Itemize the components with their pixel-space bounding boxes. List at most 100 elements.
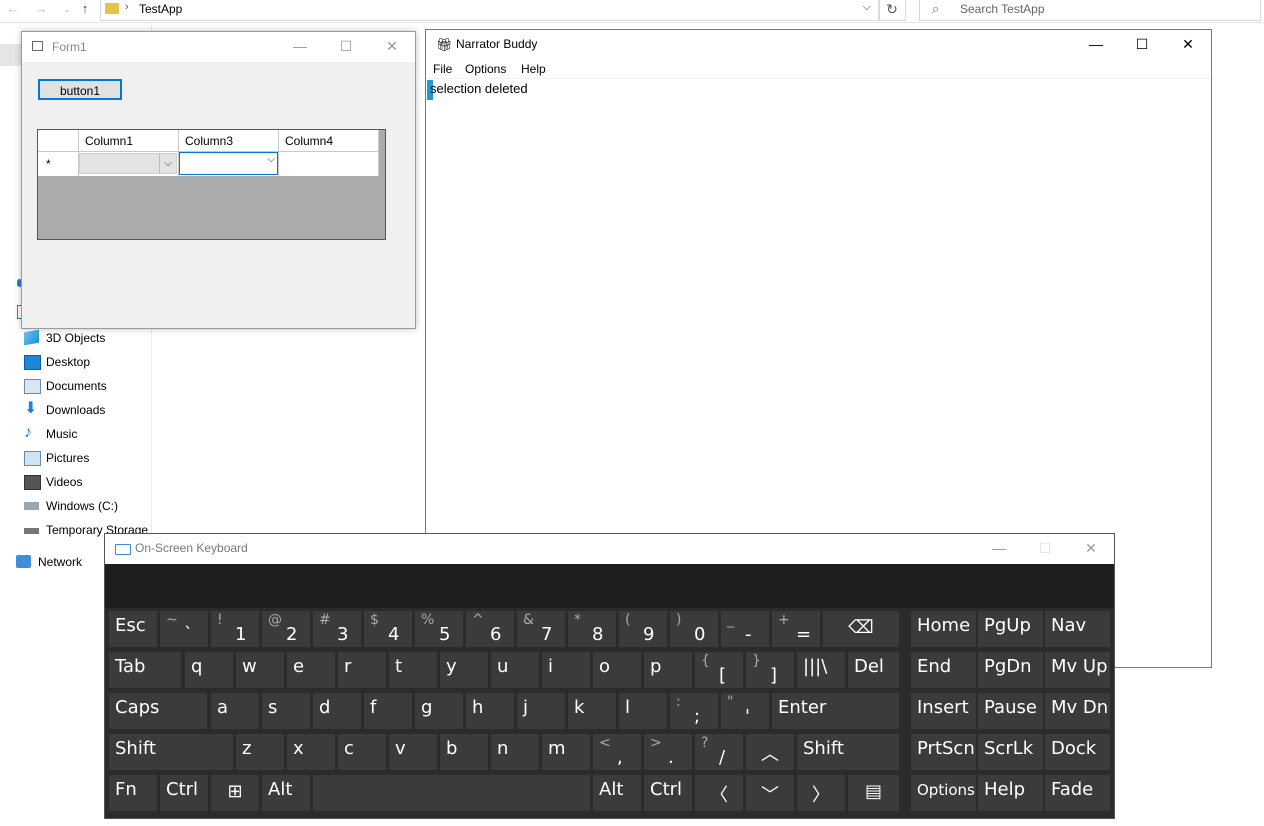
key-insert[interactable]: Insert	[911, 693, 976, 729]
key--1[interactable]: ! 1	[211, 611, 259, 647]
key-pause[interactable]: Pause	[978, 693, 1043, 729]
key-f[interactable]: f	[364, 693, 412, 729]
key--[interactable]: {[	[695, 652, 743, 688]
key----[interactable]: |||\	[797, 652, 845, 688]
key-esc[interactable]: Esc	[109, 611, 157, 647]
cell-column4[interactable]	[279, 152, 379, 176]
key-j[interactable]: j	[517, 693, 565, 729]
key--4[interactable]: $4	[364, 611, 412, 647]
menu-options[interactable]: Options	[465, 62, 506, 76]
key-caps[interactable]: Caps	[109, 693, 207, 729]
cell-column3[interactable]: ⌵	[179, 152, 279, 176]
data-grid[interactable]: Column1 Column3 Column4 * ⌵ ⌵	[37, 129, 386, 240]
key--3[interactable]: #3	[313, 611, 361, 647]
key-b[interactable]: b	[440, 734, 488, 770]
key-end[interactable]: End	[911, 652, 976, 688]
key-enter[interactable]: Enter	[772, 693, 899, 729]
row-header-new[interactable]: *	[38, 152, 79, 176]
maximize-button[interactable]: ☐	[1119, 30, 1165, 60]
key-i[interactable]: i	[542, 652, 590, 688]
close-button[interactable]: ✕	[369, 32, 415, 62]
address-dropdown-icon[interactable]: ⌵	[863, 1, 871, 14]
key-options[interactable]: Options	[911, 775, 976, 811]
key--9[interactable]: (9	[619, 611, 667, 647]
key--6[interactable]: ^ 6	[466, 611, 514, 647]
key-sym4-7[interactable]: 〈	[695, 775, 743, 811]
key-del[interactable]: Del	[848, 652, 899, 688]
cell-column1[interactable]: ⌵	[79, 152, 179, 176]
key--2[interactable]: @2	[262, 611, 310, 647]
search-box[interactable]: ⌕ Search TestApp	[919, 0, 1261, 21]
key-z[interactable]: z	[236, 734, 284, 770]
key-q[interactable]: q	[185, 652, 233, 688]
key--[interactable]: :;	[670, 693, 718, 729]
key-alt[interactable]: Alt	[262, 775, 310, 811]
key-k[interactable]: k	[568, 693, 616, 729]
key-ctrl[interactable]: Ctrl	[644, 775, 692, 811]
key---[interactable]: _ -	[721, 611, 769, 647]
key-sym3-11[interactable]: ︿	[746, 734, 794, 770]
key-home[interactable]: Home	[911, 611, 976, 647]
key-help[interactable]: Help	[978, 775, 1043, 811]
key-l[interactable]: l	[619, 693, 667, 729]
column-header-column4[interactable]: Column4	[279, 130, 379, 152]
key-x[interactable]: x	[287, 734, 335, 770]
key-v[interactable]: v	[389, 734, 437, 770]
key--[interactable]: >.	[644, 734, 692, 770]
minimize-button[interactable]: —	[277, 32, 323, 62]
key--[interactable]: + =	[772, 611, 820, 647]
key--[interactable]: " '	[721, 693, 769, 729]
key-fade[interactable]: Fade	[1045, 775, 1110, 811]
key-mvup[interactable]: Mv Up	[1045, 652, 1110, 688]
key--[interactable]: ~ `	[160, 611, 208, 647]
address-bar[interactable]: › TestApp ⌵	[100, 0, 880, 21]
key-w[interactable]: w	[236, 652, 284, 688]
key--0[interactable]: ) 0	[670, 611, 718, 647]
key-scrlk[interactable]: ScrLk	[978, 734, 1043, 770]
key-pgdn[interactable]: PgDn	[978, 652, 1043, 688]
close-button[interactable]: ✕	[1068, 534, 1114, 564]
key-sym0-14[interactable]: ⌫	[823, 611, 899, 647]
key-dock[interactable]: Dock	[1045, 734, 1110, 770]
key-g[interactable]: g	[415, 693, 463, 729]
menu-file[interactable]: File	[433, 62, 452, 76]
key--[interactable]: }]	[746, 652, 794, 688]
key-n[interactable]: n	[491, 734, 539, 770]
recent-chevron-icon[interactable]: ⌄	[58, 0, 76, 18]
button1[interactable]: button1	[38, 79, 122, 100]
key-m[interactable]: m	[542, 734, 590, 770]
key-e[interactable]: e	[287, 652, 335, 688]
key-sym4-9[interactable]: 〉	[797, 775, 845, 811]
key-sym4-2[interactable]: ⊞	[211, 775, 259, 811]
key-nav[interactable]: Nav	[1045, 611, 1110, 647]
narrator-titlebar[interactable]: 🎁︎ Narrator Buddy — ☐ ✕	[426, 30, 1211, 60]
key-alt[interactable]: Alt	[593, 775, 641, 811]
column-header-column1[interactable]: Column1	[79, 130, 179, 152]
key-shift[interactable]: Shift	[109, 734, 233, 770]
column-header-column3[interactable]: Column3	[179, 130, 279, 152]
key-y[interactable]: y	[440, 652, 488, 688]
form1-titlebar[interactable]: Form1 — ☐ ✕	[22, 32, 415, 62]
column1-combobox[interactable]: ⌵	[79, 153, 177, 174]
minimize-button[interactable]: —	[976, 534, 1022, 564]
up-arrow-icon[interactable]: ↑	[76, 0, 94, 18]
menu-help[interactable]: Help	[521, 62, 546, 76]
key-prtscn[interactable]: PrtScn	[911, 734, 976, 770]
key-d[interactable]: d	[313, 693, 361, 729]
key--5[interactable]: % 5	[415, 611, 463, 647]
key-ctrl[interactable]: Ctrl	[160, 775, 208, 811]
minimize-button[interactable]: —	[1073, 30, 1119, 60]
key-fn[interactable]: Fn	[109, 775, 157, 811]
key-s[interactable]: s	[262, 693, 310, 729]
key--[interactable]: ? /	[695, 734, 743, 770]
key-sym4-8[interactable]: ﹀	[746, 775, 794, 811]
osk-titlebar[interactable]: On-Screen Keyboard — ☐ ✕	[105, 534, 1114, 564]
key-u[interactable]: u	[491, 652, 539, 688]
key-space[interactable]	[313, 775, 590, 811]
close-button[interactable]: ✕	[1165, 30, 1211, 60]
maximize-button[interactable]: ☐	[1022, 534, 1068, 564]
key-tab[interactable]: Tab	[109, 652, 181, 688]
key-t[interactable]: t	[389, 652, 437, 688]
maximize-button[interactable]: ☐	[323, 32, 369, 62]
key-r[interactable]: r	[338, 652, 386, 688]
